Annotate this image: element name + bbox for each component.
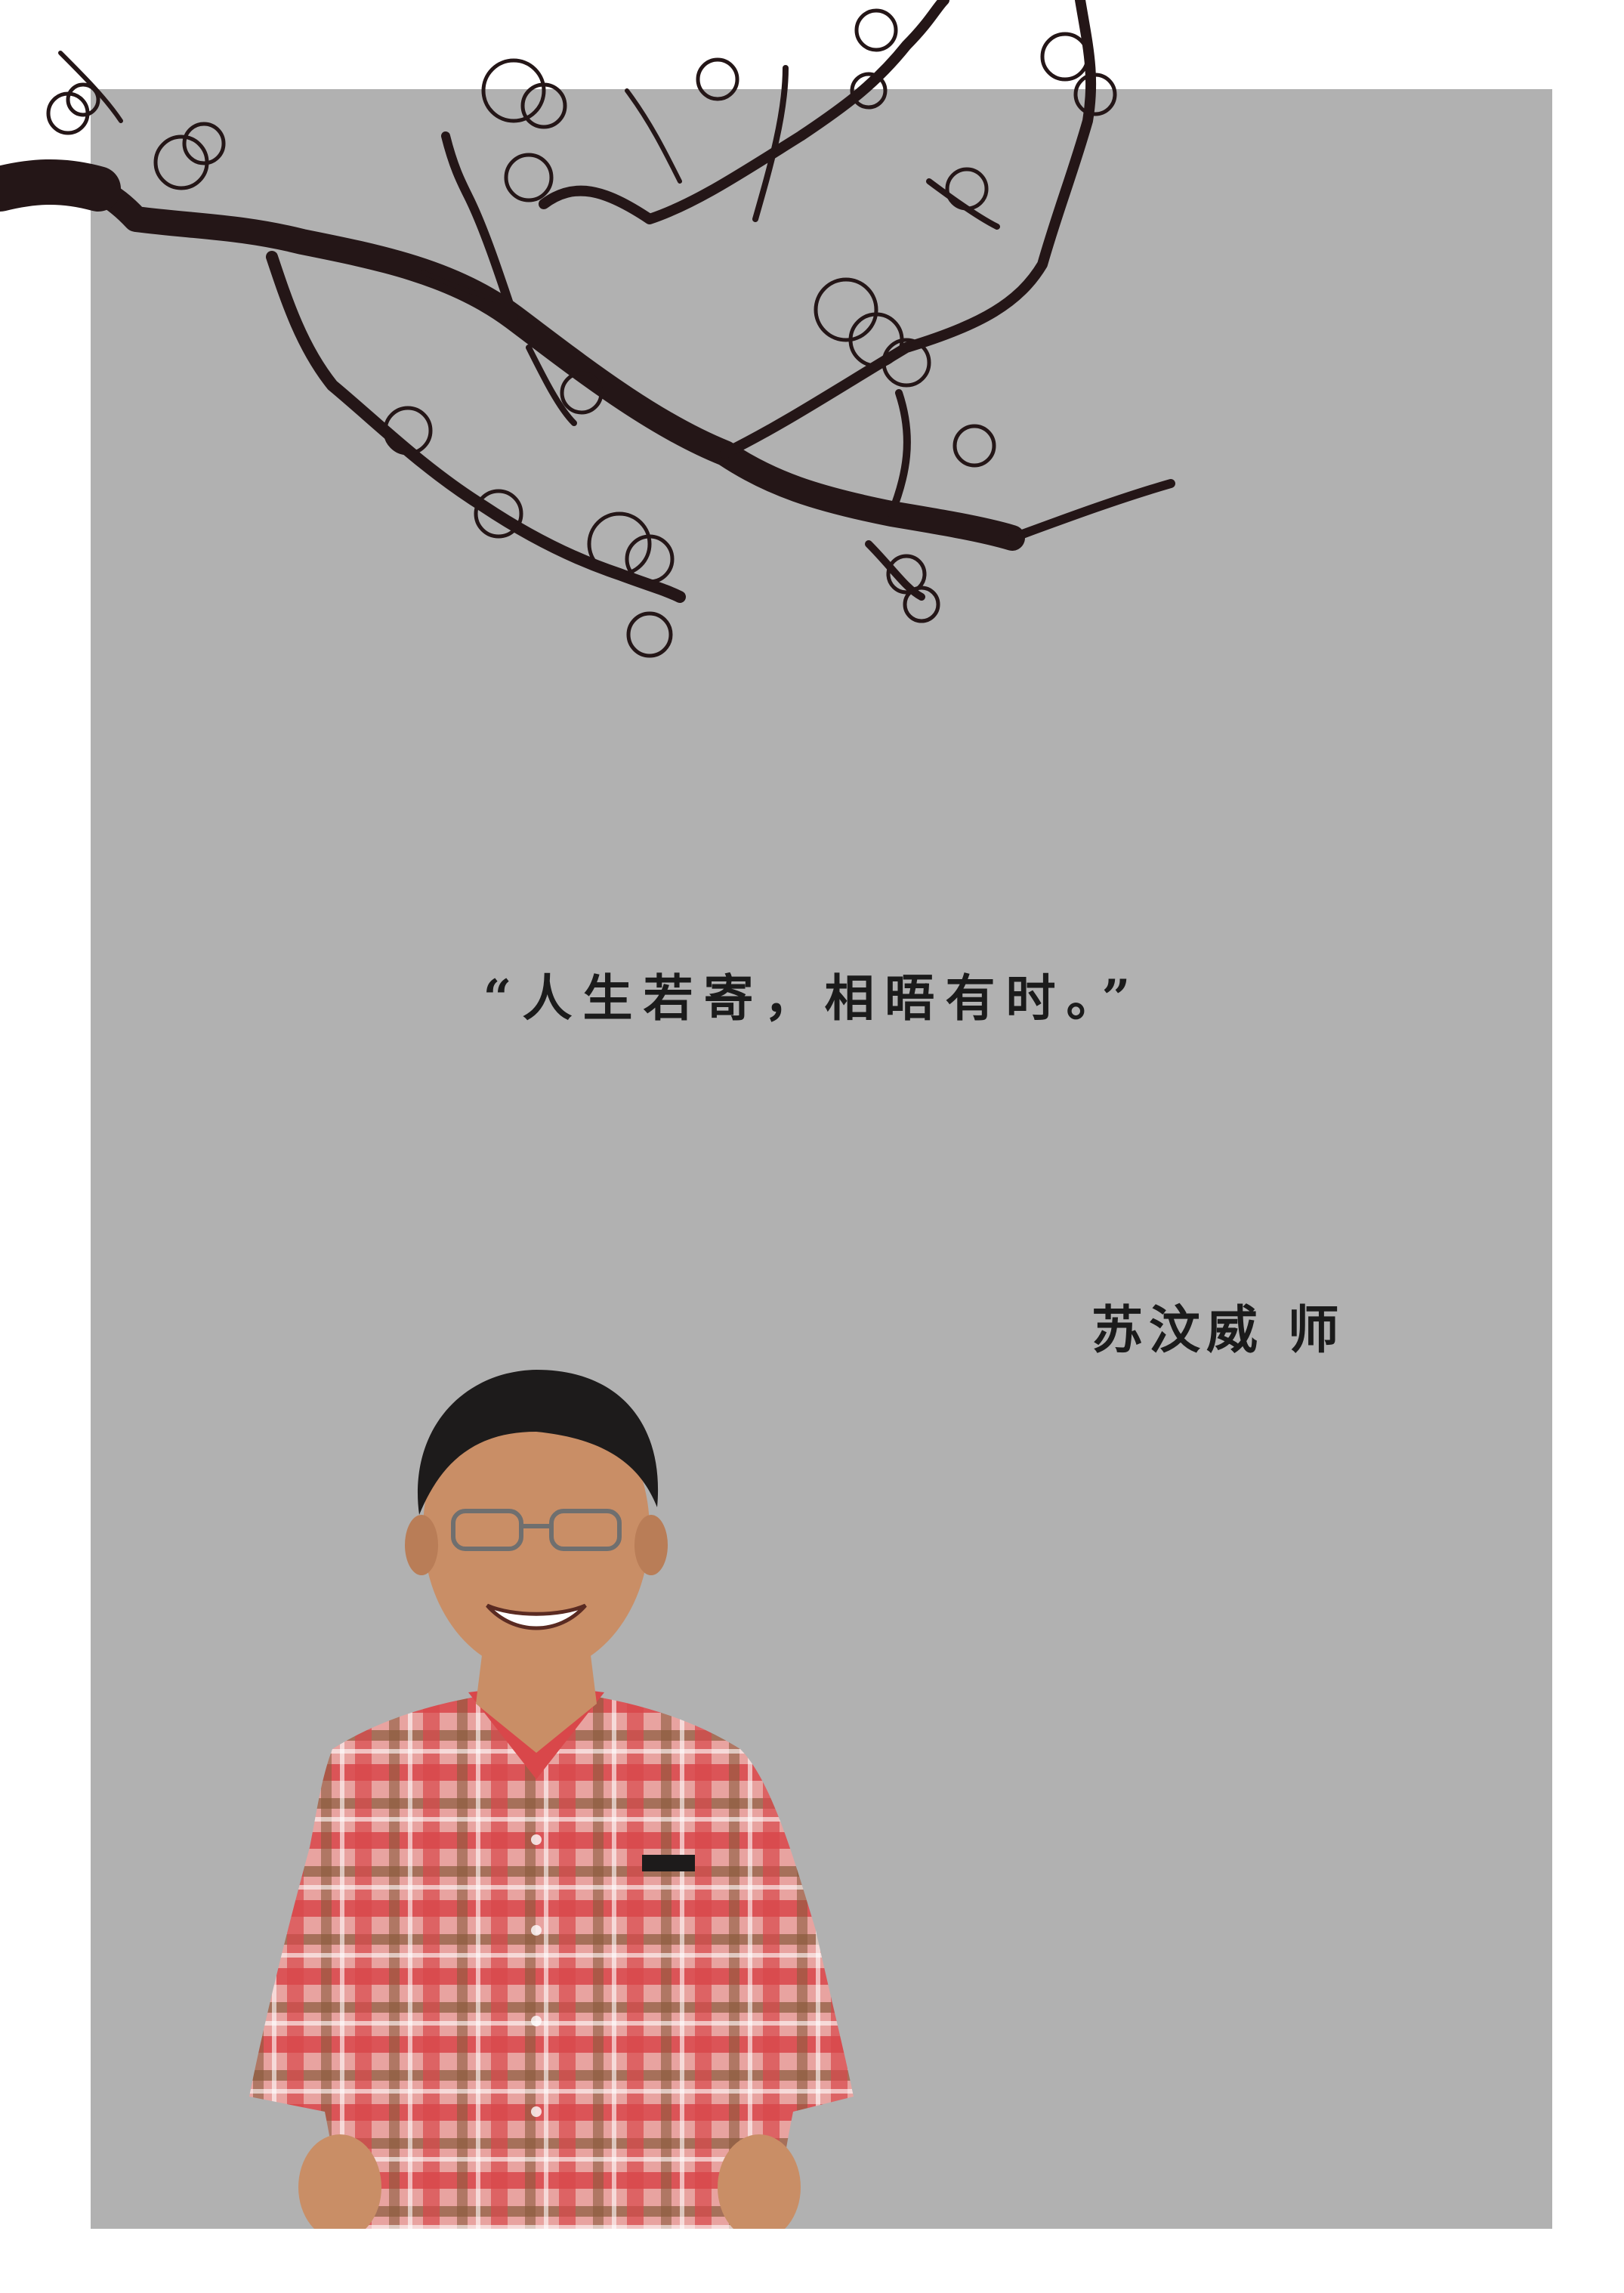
poster-page: “人生若寄，相晤有时。” 苏汶威 师 [0,0,1624,2293]
plum-blossom-branch-illustration [0,0,1175,658]
teacher-signature: 苏汶威 师 [1091,1300,1345,1361]
quote-text: “人生若寄，相晤有时。” [483,969,1141,1028]
teacher-portrait-photo [249,1370,854,2229]
